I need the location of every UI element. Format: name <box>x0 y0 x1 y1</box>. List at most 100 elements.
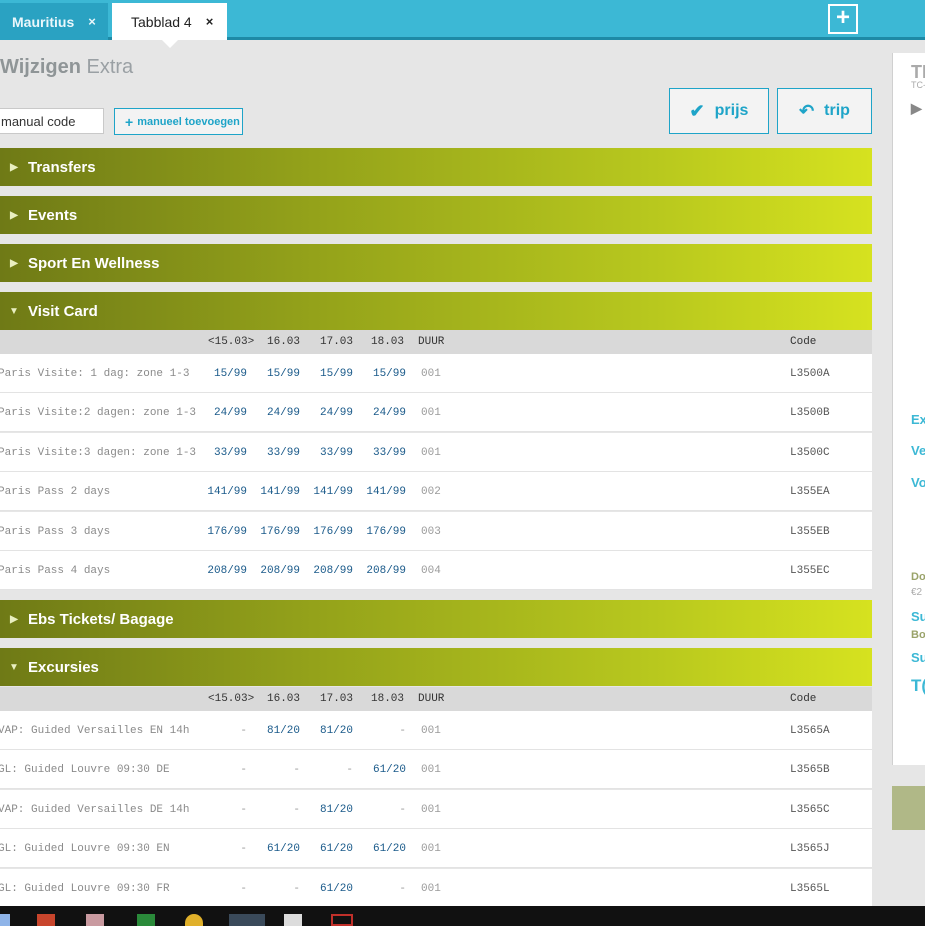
powerpoint-icon[interactable] <box>37 914 55 926</box>
price-cell[interactable]: 176/99 <box>303 526 353 538</box>
panel-link-ex[interactable]: Ex <box>911 412 925 427</box>
code-cell: L355EB <box>790 525 830 538</box>
section-events[interactable]: ▶ Events <box>0 196 872 234</box>
price-cell[interactable]: 176/99 <box>197 526 247 538</box>
price-cell: - <box>399 803 406 816</box>
table-header: <15.03> 16.03 17.03 18.03 DUUR Code <box>0 687 872 711</box>
prijs-label: prijs <box>714 102 749 119</box>
close-icon[interactable]: × <box>206 14 214 29</box>
section-visit-card[interactable]: ▼ Visit Card <box>0 292 872 330</box>
price-cell[interactable]: 176/99 <box>356 526 406 538</box>
panel-link-vo[interactable]: Vo <box>911 475 925 490</box>
prijs-button[interactable]: ✔ prijs <box>669 88 769 134</box>
price-cell[interactable]: 141/99 <box>356 486 406 498</box>
price-cell[interactable]: 208/99 <box>197 565 247 577</box>
chrome-icon[interactable] <box>185 914 203 926</box>
item-name: GL: Guided Louvre 09:30 EN <box>0 843 170 856</box>
price-cell[interactable]: 15/99 <box>250 368 300 380</box>
table-row[interactable]: Paris Visite: 1 dag: zone 1-3 15/99 15/99 1… <box>0 354 872 393</box>
price-cell[interactable]: 141/99 <box>303 486 353 498</box>
table-row[interactable]: Paris Visite:3 dagen: zone 1-3 33/99 33/99… <box>0 432 872 472</box>
panel-link-ve[interactable]: Ve <box>911 443 925 458</box>
price-cell[interactable]: 24/99 <box>250 407 300 419</box>
panel-bo: Bo <box>911 629 925 641</box>
code-cell: L3565A <box>790 725 830 737</box>
code-cell: L3565B <box>790 764 830 777</box>
trip-button[interactable]: ↶ trip <box>777 88 872 134</box>
play-icon[interactable]: ▶ <box>911 100 922 117</box>
table-row[interactable]: VAP: Guided Versailles EN 14h -81/20 81/20… <box>0 711 872 750</box>
app-icon[interactable] <box>86 914 104 926</box>
price-cell[interactable]: 208/99 <box>250 565 300 577</box>
price-cell[interactable]: 81/20 <box>303 725 353 737</box>
panel-su-2: Su <box>911 650 925 665</box>
table-row[interactable]: VAP: Guided Versailles DE 14h - -81/20-001… <box>0 789 872 829</box>
price-cell[interactable]: 61/20 <box>250 843 300 855</box>
price-cell[interactable]: 208/99 <box>356 565 406 577</box>
price-cell[interactable]: 141/99 <box>197 486 247 498</box>
file-icon[interactable] <box>0 914 10 926</box>
price-cell: - <box>346 764 353 777</box>
price-cell[interactable]: 61/20 <box>356 843 406 855</box>
add-manual-button[interactable]: + manueel toevoegen <box>114 108 243 135</box>
app2-icon[interactable] <box>137 914 155 926</box>
price-cell[interactable]: 24/99 <box>356 407 406 419</box>
caret-right-icon: ▶ <box>10 613 18 625</box>
price-cell[interactable]: 176/99 <box>250 526 300 538</box>
price-cell[interactable]: 24/99 <box>197 407 247 419</box>
col-date-1: <15.03> <box>208 336 255 348</box>
price-cell[interactable]: 15/99 <box>197 368 247 380</box>
price-cell[interactable]: 33/99 <box>197 447 247 459</box>
price-cell: - <box>399 725 406 737</box>
tab-mauritius[interactable]: Mauritius × <box>0 3 108 40</box>
calculator-icon[interactable] <box>284 914 302 926</box>
col-duur: DUUR <box>418 336 445 348</box>
col-date-2: 16.03 <box>267 693 301 705</box>
back-arrow-icon: ↶ <box>799 100 815 121</box>
price-cell[interactable]: 81/20 <box>303 804 353 816</box>
table-row[interactable]: GL: Guided Louvre 09:30 EN -61/20 61/20 61/… <box>0 829 872 869</box>
close-icon[interactable]: × <box>88 14 96 29</box>
panel-amount: €2 <box>911 587 923 598</box>
tab-label: Tabblad 4 <box>131 13 192 30</box>
price-cell: - <box>240 803 247 816</box>
price-cell[interactable]: 61/20 <box>303 883 353 895</box>
manual-code-input[interactable] <box>0 108 104 134</box>
table-row[interactable]: Paris Pass 4 days 208/99 208/99 208/99 208/9… <box>0 551 872 590</box>
table-row[interactable]: GL: Guided Louvre 09:30 DE - - -61/20 001 L35… <box>0 750 872 790</box>
duur-cell: 001 <box>421 368 441 380</box>
price-cell[interactable]: 33/99 <box>356 447 406 459</box>
table-row[interactable]: GL: Guided Louvre 09:30 FR - -61/20-001 L35… <box>0 868 872 908</box>
code-cell: L355EC <box>790 565 830 577</box>
item-name: Paris Visite:3 dagen: zone 1-3 <box>0 446 197 459</box>
price-cell[interactable]: 61/20 <box>303 843 353 855</box>
price-cell[interactable]: 15/99 <box>303 368 353 380</box>
table-row[interactable]: Paris Pass 3 days 176/99 176/99 176/99 176/9… <box>0 511 872 551</box>
tab-label: Mauritius <box>12 13 75 30</box>
panel-action-bar[interactable] <box>892 786 925 830</box>
price-cell[interactable]: 15/99 <box>356 368 406 380</box>
section-excursies[interactable]: ▼ Excursies <box>0 648 872 686</box>
check-icon: ✔ <box>689 100 705 121</box>
price-cell[interactable]: 24/99 <box>303 407 353 419</box>
tab-tabblad-4[interactable]: Tabblad 4 × <box>112 3 227 48</box>
table-row[interactable]: Paris Pass 2 days 141/99 141/99 141/99 141/9… <box>0 472 872 512</box>
section-ebs-tickets[interactable]: ▶ Ebs Tickets/ Bagage <box>0 600 872 638</box>
new-tab-button[interactable]: + <box>828 4 858 34</box>
price-cell[interactable]: 61/20 <box>356 764 406 776</box>
duur-cell: 001 <box>421 725 441 737</box>
section-transfers[interactable]: ▶ Transfers <box>0 148 872 186</box>
price-cell[interactable]: 141/99 <box>250 486 300 498</box>
price-cell[interactable]: 81/20 <box>250 725 300 737</box>
duur-cell: 001 <box>421 407 441 420</box>
table-row[interactable]: Paris Visite:2 dagen: zone 1-3 24/99 24/99… <box>0 393 872 433</box>
price-cell[interactable]: 33/99 <box>250 447 300 459</box>
duur-cell: 001 <box>421 882 441 895</box>
pdf-icon[interactable] <box>331 914 353 926</box>
code-cell: L3565C <box>790 803 830 816</box>
price-cell[interactable]: 208/99 <box>303 565 353 577</box>
col-date-2: 16.03 <box>267 336 301 348</box>
price-cell[interactable]: 33/99 <box>303 447 353 459</box>
section-sport-en-wellness[interactable]: ▶ Sport En Wellness <box>0 244 872 282</box>
internet-explorer-icon[interactable] <box>229 914 265 926</box>
